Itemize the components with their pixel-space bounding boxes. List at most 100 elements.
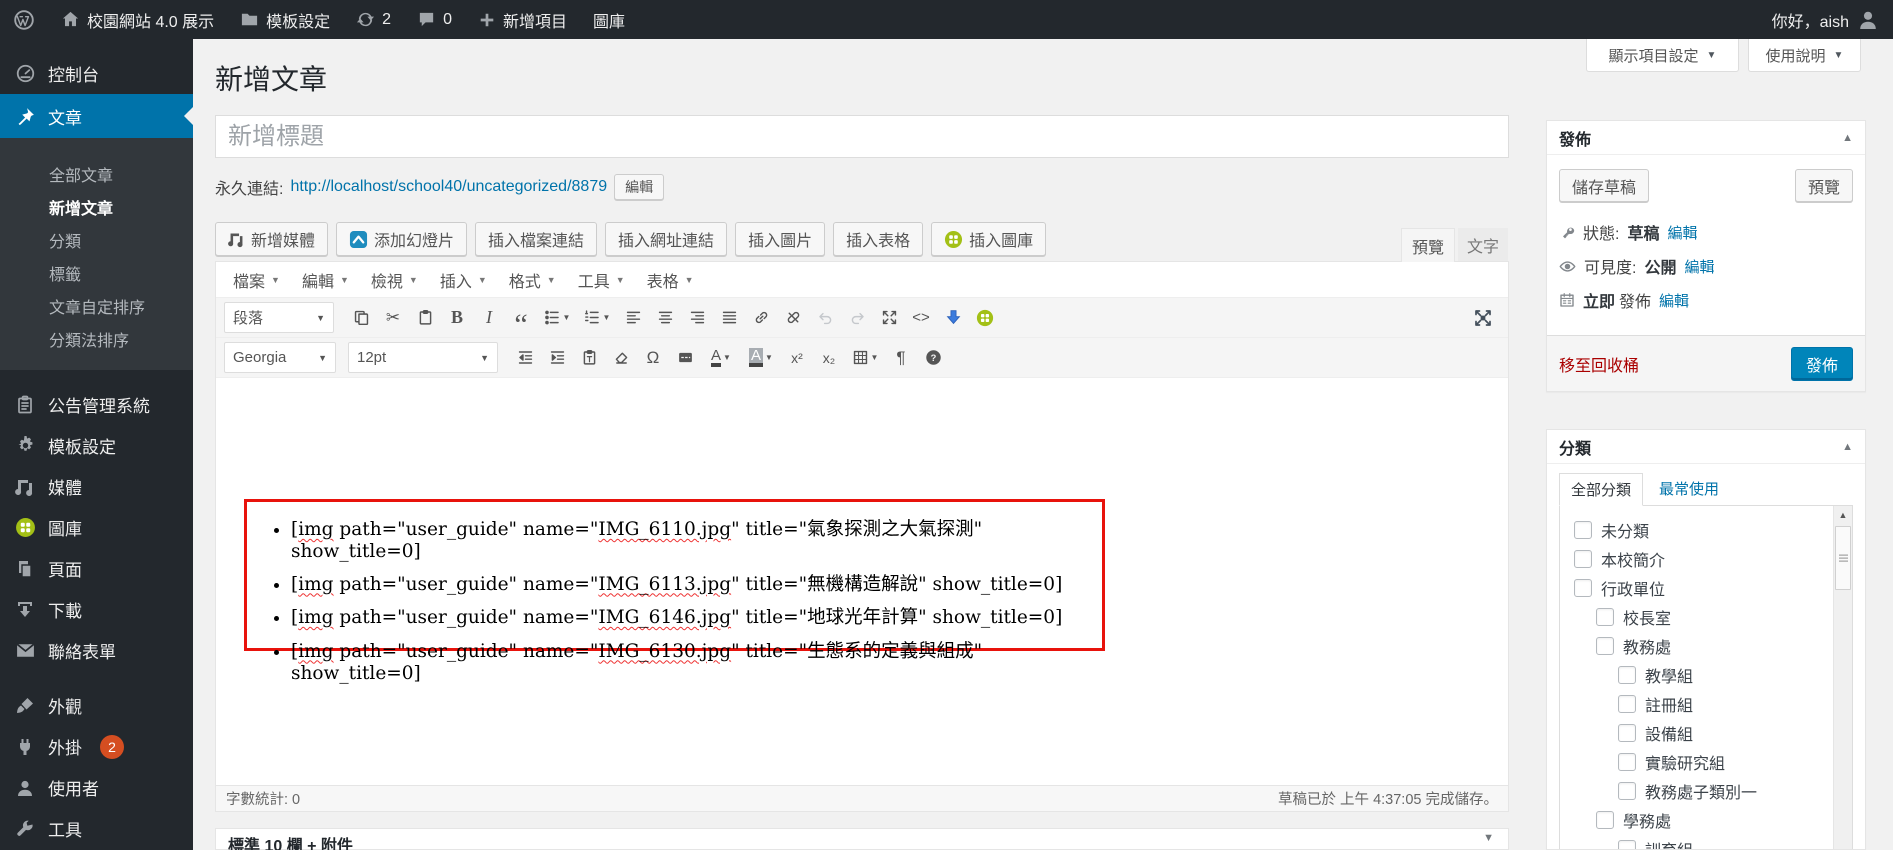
comments-menu[interactable]: 0 bbox=[404, 0, 465, 39]
help-tab[interactable]: 使用說明▼ bbox=[1748, 39, 1861, 72]
sidebar-item-media[interactable]: 媒體 bbox=[0, 466, 193, 507]
site-name-menu[interactable]: 校園網站 4.0 展示 bbox=[48, 0, 227, 39]
sidebar-item-template-settings[interactable]: 模板設定 bbox=[0, 425, 193, 466]
sidebar-item-users[interactable]: 使用者 bbox=[0, 767, 193, 808]
justify-button[interactable] bbox=[714, 304, 744, 332]
sidebar-item-announcements[interactable]: 公告管理系統 bbox=[0, 384, 193, 425]
paragraph-format-select[interactable]: 段落▼ bbox=[224, 302, 334, 333]
sidebar-item-appearance[interactable]: 外觀 bbox=[0, 685, 193, 726]
scrollbar-thumb[interactable] bbox=[1835, 526, 1851, 590]
submenu-categories[interactable]: 分類 bbox=[0, 226, 193, 259]
fullscreen-button[interactable] bbox=[1468, 304, 1498, 332]
tab-text-editor[interactable]: 文字 bbox=[1458, 228, 1508, 262]
categories-panel-header[interactable]: 分類 ▲ bbox=[1547, 430, 1865, 464]
sidebar-item-downloads[interactable]: 下載 bbox=[0, 589, 193, 630]
clear-formatting-button[interactable] bbox=[606, 344, 636, 372]
sidebar-item-pages[interactable]: 頁面 bbox=[0, 548, 193, 589]
layout-metabox[interactable]: 標準 10 欄 + 附件 ▼ bbox=[215, 828, 1509, 850]
category-checkbox[interactable] bbox=[1618, 695, 1636, 713]
undo-button[interactable] bbox=[810, 304, 840, 332]
preview-button[interactable]: 預覽 bbox=[1795, 169, 1853, 202]
account-menu[interactable]: 你好，aish bbox=[1759, 0, 1893, 39]
superscript-button[interactable]: x² bbox=[782, 344, 812, 372]
add-slideshow-button[interactable]: 添加幻燈片 bbox=[336, 222, 467, 256]
menu-format[interactable]: 格式▼ bbox=[498, 268, 567, 292]
help-button[interactable]: ? bbox=[918, 344, 948, 372]
category-checkbox[interactable] bbox=[1618, 782, 1636, 800]
edit-schedule-link[interactable]: 編輯 bbox=[1659, 290, 1689, 311]
submenu-all-posts[interactable]: 全部文章 bbox=[0, 160, 193, 193]
insert-table-button[interactable]: 插入表格 bbox=[833, 222, 923, 256]
menu-edit[interactable]: 編輯▼ bbox=[291, 268, 360, 292]
align-center-button[interactable] bbox=[650, 304, 680, 332]
align-left-button[interactable] bbox=[618, 304, 648, 332]
category-checkbox[interactable] bbox=[1574, 579, 1592, 597]
post-title-input[interactable] bbox=[215, 115, 1509, 158]
insert-gallery-button[interactable]: 插入圖庫 bbox=[931, 222, 1046, 256]
updates-menu[interactable]: 2 bbox=[343, 0, 404, 39]
menu-tools[interactable]: 工具▼ bbox=[567, 268, 636, 292]
sidebar-item-dashboard[interactable]: 控制台 bbox=[0, 53, 193, 94]
new-item-menu[interactable]: 新增項目 bbox=[465, 0, 580, 39]
category-checkbox[interactable] bbox=[1618, 840, 1636, 850]
blockquote-button[interactable]: “ bbox=[506, 304, 536, 332]
bullet-list-button[interactable]: ▼ bbox=[538, 304, 576, 332]
font-size-select[interactable]: 12pt▼ bbox=[348, 342, 498, 373]
save-draft-button[interactable]: 儲存草稿 bbox=[1559, 169, 1649, 202]
outdent-button[interactable] bbox=[510, 344, 540, 372]
editor-content-area[interactable]: [img path="user_guide" name="IMG_6110.jp… bbox=[216, 378, 1508, 786]
menu-file[interactable]: 檔案▼ bbox=[222, 268, 291, 292]
indent-button[interactable] bbox=[542, 344, 572, 372]
sidebar-item-posts[interactable]: 文章 bbox=[0, 94, 193, 138]
unlink-button[interactable] bbox=[778, 304, 808, 332]
permalink-edit-button[interactable]: 編輯 bbox=[614, 174, 664, 200]
category-checkbox[interactable] bbox=[1574, 521, 1592, 539]
insert-gallery-toolbar-button[interactable] bbox=[970, 304, 1000, 332]
sidebar-item-contact-forms[interactable]: 聯絡表單 bbox=[0, 630, 193, 671]
align-right-button[interactable] bbox=[682, 304, 712, 332]
tab-all-categories[interactable]: 全部分類 bbox=[1559, 473, 1643, 506]
table-button[interactable]: ▼ bbox=[846, 344, 884, 372]
publish-button[interactable]: 發佈 bbox=[1791, 347, 1853, 381]
special-char-button[interactable]: Ω bbox=[638, 344, 668, 372]
redo-button[interactable] bbox=[842, 304, 872, 332]
screen-options-tab[interactable]: 顯示項目設定▼ bbox=[1586, 39, 1739, 72]
add-media-button[interactable]: 新增媒體 bbox=[215, 222, 328, 256]
submenu-tags[interactable]: 標籤 bbox=[0, 259, 193, 292]
tab-most-used[interactable]: 最常使用 bbox=[1659, 478, 1719, 505]
category-scrollbar[interactable]: ▲ bbox=[1833, 506, 1852, 850]
edit-visibility-link[interactable]: 編輯 bbox=[1684, 256, 1714, 277]
menu-view[interactable]: 檢視▼ bbox=[360, 268, 429, 292]
italic-button[interactable]: I bbox=[474, 304, 504, 332]
cut-button[interactable]: ✂ bbox=[378, 304, 408, 332]
wp-logo-menu[interactable] bbox=[0, 0, 48, 39]
submenu-taxonomy-order[interactable]: 分類法排序 bbox=[0, 325, 193, 358]
sidebar-item-plugins[interactable]: 外掛 2 bbox=[0, 726, 193, 767]
publish-panel-header[interactable]: 發佈 ▲ bbox=[1547, 121, 1865, 155]
edit-status-link[interactable]: 編輯 bbox=[1667, 222, 1697, 243]
menu-table[interactable]: 表格▼ bbox=[636, 268, 705, 292]
insert-image-button[interactable]: 插入圖片 bbox=[735, 222, 825, 256]
bold-button[interactable]: B bbox=[442, 304, 472, 332]
numbered-list-button[interactable]: ▼ bbox=[578, 304, 616, 332]
insert-url-link-button[interactable]: 插入網址連結 bbox=[605, 222, 727, 256]
category-checkbox[interactable] bbox=[1618, 753, 1636, 771]
copy-button[interactable] bbox=[346, 304, 376, 332]
submenu-post-order[interactable]: 文章自定排序 bbox=[0, 292, 193, 325]
subscript-button[interactable]: x₂ bbox=[814, 344, 844, 372]
paste-as-text-button[interactable] bbox=[574, 344, 604, 372]
scrollbar-up-arrow[interactable]: ▲ bbox=[1834, 506, 1852, 523]
category-checkbox[interactable] bbox=[1596, 811, 1614, 829]
font-family-select[interactable]: Georgia▼ bbox=[224, 342, 336, 373]
permalink-url[interactable]: http://localhost/school40/uncategorized/… bbox=[290, 178, 607, 196]
sidebar-item-tools[interactable]: 工具 bbox=[0, 808, 193, 849]
insert-file-link-button[interactable]: 插入檔案連結 bbox=[475, 222, 597, 256]
link-button[interactable] bbox=[746, 304, 776, 332]
sidebar-item-gallery[interactable]: 圖庫 bbox=[0, 507, 193, 548]
insert-download-button[interactable] bbox=[938, 304, 968, 332]
category-checkbox[interactable] bbox=[1596, 637, 1614, 655]
move-to-trash-link[interactable]: 移至回收桶 bbox=[1559, 352, 1639, 376]
horizontal-rule-button[interactable] bbox=[670, 344, 700, 372]
category-checkbox[interactable] bbox=[1596, 608, 1614, 626]
code-button[interactable]: <> bbox=[906, 304, 936, 332]
